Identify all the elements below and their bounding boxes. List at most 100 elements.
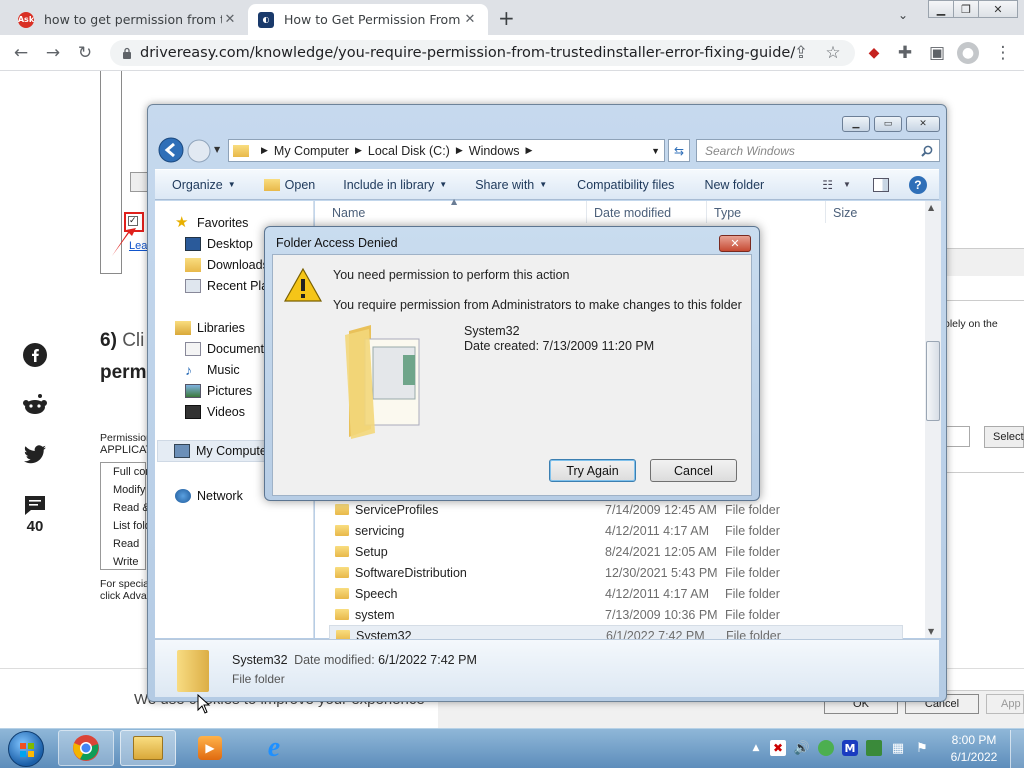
nav-pictures[interactable]: Pictures <box>185 384 252 398</box>
tray-expand-icon[interactable]: ▲ <box>748 740 764 756</box>
view-options-icon[interactable]: ☷ ▼ <box>822 178 851 192</box>
breadcrumb-local-disk[interactable]: Local Disk (C:) <box>368 144 450 158</box>
tray-chrome-icon[interactable] <box>818 740 834 756</box>
close-icon[interactable]: ✕ <box>462 12 478 27</box>
bookmark-star-icon[interactable]: ☆ <box>822 42 844 64</box>
nav-desktop[interactable]: Desktop <box>185 237 253 251</box>
facebook-icon[interactable] <box>22 342 48 368</box>
file-row[interactable]: SoftwareDistribution 12/30/2021 5:43 PM Fi… <box>329 562 903 583</box>
restore-window-button[interactable]: ❐ <box>953 0 979 18</box>
profile-avatar-icon[interactable]: ● <box>957 42 979 64</box>
tray-app-icon[interactable] <box>866 740 882 756</box>
scroll-thumb[interactable] <box>926 341 940 421</box>
address-dropdown-icon[interactable]: ▼ <box>651 146 660 156</box>
nav-favorites[interactable]: ★ Favorites <box>175 215 248 230</box>
browser-tab-1[interactable]: Ask how to get permission from trust ✕ <box>8 4 248 35</box>
compatibility-files-button[interactable]: Compatibility files <box>577 178 674 192</box>
taskbar-explorer-button[interactable] <box>120 730 176 766</box>
file-row[interactable]: Speech 4/12/2011 4:17 AM File folder <box>329 583 903 604</box>
file-row[interactable]: ServiceProfiles 7/14/2009 12:45 AM File fo… <box>329 499 903 520</box>
tab-search-chevron-icon[interactable]: ⌄ <box>898 8 908 22</box>
close-window-button[interactable]: ✕ <box>978 0 1018 18</box>
lock-icon <box>123 47 131 59</box>
side-panel-icon[interactable]: ▣ <box>926 42 948 64</box>
taskbar-media-player-button[interactable]: ▶ <box>182 730 238 766</box>
forward-arrow-icon[interactable]: → <box>42 42 64 64</box>
refresh-icon[interactable]: ⇆ <box>668 139 690 162</box>
clock-date[interactable]: 6/1/2022 <box>942 750 1006 764</box>
preview-pane-icon[interactable] <box>872 177 889 192</box>
extension-icon[interactable]: ◆ <box>863 42 885 64</box>
file-list-scrollbar[interactable]: ▲ ▼ <box>925 201 941 638</box>
url-bar[interactable]: drivereasy.com/knowledge/you-require-per… <box>110 40 855 66</box>
explorer-maximize-button[interactable]: ▭ <box>874 116 902 132</box>
tray-alert-icon[interactable]: ✖ <box>770 740 786 756</box>
reload-icon[interactable]: ↻ <box>74 42 96 64</box>
taskbar-ie-button[interactable]: e <box>246 730 302 766</box>
minimize-window-button[interactable]: ▁ <box>928 0 954 18</box>
explorer-search-input[interactable]: Search Windows <box>696 139 940 162</box>
breadcrumb-windows[interactable]: Windows <box>469 144 520 158</box>
close-icon[interactable]: ✕ <box>222 12 238 27</box>
nav-recent-places[interactable]: Recent Plac <box>185 279 274 293</box>
forward-arrow-icon[interactable] <box>186 138 212 164</box>
network-tray-icon[interactable]: ▦ <box>890 740 906 756</box>
column-header-type[interactable]: Type <box>714 206 741 220</box>
dialog-title: Folder Access Denied <box>276 236 398 250</box>
select-button[interactable]: Select <box>984 426 1024 448</box>
open-button[interactable]: Open <box>263 178 315 192</box>
nav-libraries[interactable]: Libraries <box>175 321 245 335</box>
column-header-date[interactable]: Date modified <box>594 206 671 220</box>
start-button[interactable] <box>8 731 44 767</box>
cancel-button[interactable]: Cancel <box>650 459 737 482</box>
file-row[interactable]: Setup 8/24/2021 12:05 AM File folder <box>329 541 903 562</box>
apply-button[interactable]: App <box>986 694 1024 714</box>
scroll-up-arrow-icon[interactable]: ▲ <box>928 203 934 212</box>
column-header-size[interactable]: Size <box>833 206 857 220</box>
explorer-address-bar[interactable]: ▶ My Computer ▶ Local Disk (C:) ▶ Window… <box>228 139 665 162</box>
twitter-icon[interactable] <box>22 442 48 468</box>
recent-pages-chevron-icon[interactable]: ▼ <box>214 145 220 154</box>
share-icon[interactable]: ⇪ <box>790 42 812 64</box>
breadcrumb-my-computer[interactable]: My Computer <box>274 144 349 158</box>
dialog-close-button[interactable]: ✕ <box>719 235 751 252</box>
file-row[interactable]: system 7/13/2009 10:36 PM File folder <box>329 604 903 625</box>
volume-icon[interactable]: 🔊 <box>794 740 810 756</box>
comment-count: 40 <box>26 518 44 535</box>
nav-documents[interactable]: Documents <box>185 342 270 356</box>
try-again-button[interactable]: Try Again <box>549 459 636 482</box>
action-center-flag-icon[interactable]: ⚑ <box>914 740 930 756</box>
explorer-minimize-button[interactable]: ▁ <box>842 116 870 132</box>
show-desktop-button[interactable] <box>1010 730 1024 768</box>
back-arrow-icon[interactable] <box>157 136 185 164</box>
folder-icon <box>335 504 349 515</box>
new-tab-plus-icon[interactable]: + <box>498 6 515 30</box>
taskbar-chrome-button[interactable] <box>58 730 114 766</box>
scroll-down-arrow-icon[interactable]: ▼ <box>928 627 934 636</box>
explorer-close-button[interactable]: ✕ <box>906 116 940 132</box>
comment-icon[interactable] <box>22 492 48 518</box>
tray-app-m-icon[interactable]: M <box>842 740 858 756</box>
back-arrow-icon[interactable]: ← <box>10 42 32 64</box>
column-header-name[interactable]: Name <box>332 206 365 220</box>
new-folder-button[interactable]: New folder <box>704 178 764 192</box>
nav-downloads[interactable]: Downloads <box>185 258 269 272</box>
learn-link[interactable]: Lea <box>129 240 147 252</box>
file-name: servicing <box>355 523 405 538</box>
organize-button[interactable]: Organize ▼ <box>172 178 236 192</box>
tab-title: How to Get Permission From Trus <box>284 12 462 27</box>
browser-tab-2[interactable]: ◐ How to Get Permission From Trus ✕ <box>248 4 488 35</box>
extensions-puzzle-icon[interactable]: ✚ <box>894 42 916 64</box>
file-type: File folder <box>725 502 780 517</box>
help-icon[interactable]: ? <box>908 175 927 194</box>
organize-label: Organize <box>172 177 223 192</box>
nav-videos[interactable]: Videos <box>185 405 245 419</box>
include-in-library-button[interactable]: Include in library ▼ <box>343 178 447 192</box>
file-row[interactable]: servicing 4/12/2011 4:17 AM File folder <box>329 520 903 541</box>
nav-music[interactable]: ♪ Music <box>185 363 240 377</box>
menu-kebab-icon[interactable]: ⋮ <box>992 42 1014 64</box>
nav-network[interactable]: Network <box>175 489 243 503</box>
reddit-icon[interactable] <box>22 392 48 418</box>
clock-time[interactable]: 8:00 PM <box>942 733 1006 747</box>
share-with-button[interactable]: Share with ▼ <box>475 178 547 192</box>
